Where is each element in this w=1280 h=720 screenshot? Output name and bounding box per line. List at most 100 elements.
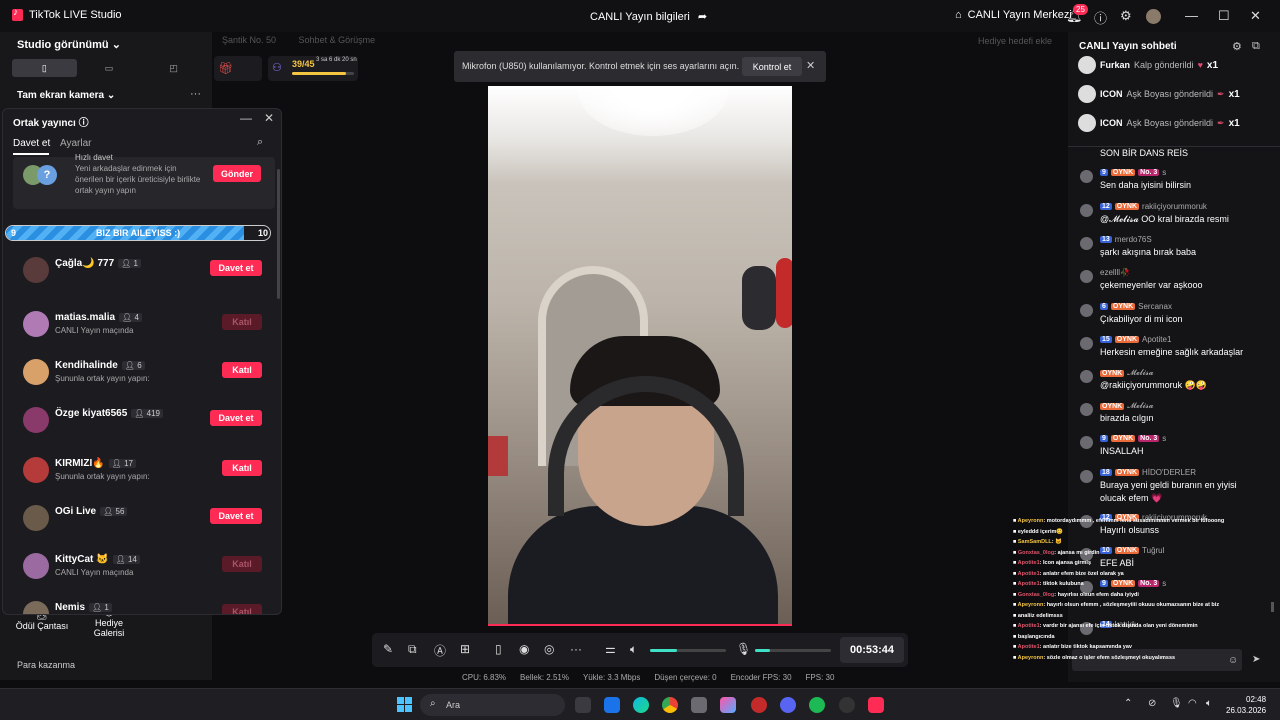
avatar[interactable] [23,457,49,483]
magic-wand-icon[interactable]: ✎ [383,642,393,656]
avatar[interactable] [1080,370,1093,383]
check-button[interactable]: Kontrol et [742,57,802,76]
avatar[interactable] [1080,237,1093,250]
landscape-icon[interactable]: ▭ [77,59,142,77]
phone-icon[interactable]: ▯ [495,642,502,656]
media-player-icon[interactable] [751,697,767,713]
taskbar-search[interactable]: ⌕ Ara [420,694,565,716]
portrait-icon[interactable]: ▯ [12,59,77,77]
send-button[interactable]: Gönder [213,165,261,182]
avatar[interactable] [1146,9,1161,24]
avatar[interactable] [23,553,49,579]
spotify-icon[interactable] [809,697,825,713]
volume-slider[interactable] [650,649,726,652]
gift-goal-hint[interactable]: Hediye hedefi ekle [978,36,1052,46]
invite-button[interactable]: Davet et [210,260,262,276]
goal-widget[interactable]: ⚇ 39/45 3 sa 6 dk 20 sn [268,56,358,81]
tab-invite[interactable]: Davet et [13,138,50,155]
more-icon[interactable]: ··· [190,88,201,100]
help-icon[interactable]: ⓘ [1094,8,1107,27]
scrollbar[interactable] [1271,602,1274,612]
avatar[interactable] [1080,337,1093,350]
invite-button[interactable]: Davet et [210,508,262,524]
avatar[interactable] [1078,114,1096,132]
avatar[interactable] [1080,436,1093,449]
volume-icon[interactable]: 🔈︎ [1206,698,1212,709]
clock[interactable]: 02:48 26.03.2026 [1226,694,1266,716]
maximize-icon[interactable]: ☐ [1218,8,1230,24]
outlook-icon[interactable] [604,697,620,713]
copilot-icon[interactable] [720,697,736,713]
microphone-icon[interactable]: 🎙︎ [1170,698,1183,709]
ai-icon[interactable]: Ⓐ [434,642,446,659]
windows-start-icon[interactable] [397,697,412,712]
avatar[interactable] [1080,204,1093,217]
avatar[interactable] [23,601,49,614]
obs-icon[interactable] [839,697,855,713]
invite-button[interactable]: Davet et [210,410,262,426]
join-button[interactable]: Katıl [222,604,262,614]
avatar[interactable] [1080,270,1093,283]
avatar[interactable] [1080,403,1093,416]
scrollbar[interactable] [277,169,280,299]
join-button[interactable]: Katıl [222,314,262,330]
chevron-up-icon[interactable]: ⌃ [1124,698,1132,709]
live-center-button[interactable]: ⌂ CANLI Yayın Merkezi [955,9,1072,21]
add-source-icon[interactable]: ⊞ [460,642,470,656]
wifi-icon[interactable]: ◠ [1188,698,1197,709]
tiktok-live-icon[interactable] [868,697,884,713]
studio-view-dropdown[interactable]: Studio görünümü ⌄ [17,38,121,51]
reward-bag-button[interactable]: 👜︎ Ödül Çantası [12,610,72,648]
mic-slider[interactable] [755,649,831,652]
avatar[interactable] [23,257,49,283]
fullscreen-camera-dropdown[interactable]: Tam ekran kamera ⌄ [17,90,115,101]
task-view-icon[interactable] [575,697,591,713]
layout-icon[interactable]: ◰ [141,59,206,77]
earn-money-label[interactable]: Para kazanma [17,660,75,670]
more-icon[interactable]: ··· [570,642,582,656]
host-name: matias.malia 👤︎ 4 [55,312,142,323]
join-button[interactable]: Katıl [222,362,262,378]
viewer-count: 👤︎ 1 [118,259,141,268]
speaker-icon[interactable]: 🔈︎ [630,642,637,657]
gear-icon[interactable]: ⚙ [1232,40,1242,53]
settings-sliders-icon[interactable]: ⚌ [605,642,616,656]
avatar[interactable] [1080,170,1093,183]
microphone-icon[interactable]: 🎙︎ [736,642,751,656]
gear-icon[interactable]: ⚙ [1120,8,1132,24]
close-icon[interactable]: ✕ [1250,8,1261,24]
live-info-button[interactable]: CANLI Yayın bilgileri ➦ [590,10,707,24]
orientation-toggle[interactable]: ▯ ▭ ◰ [12,59,206,77]
join-button[interactable]: Katıl [222,556,262,572]
settings-app-icon[interactable] [691,697,707,713]
viewer-count: 👤︎ 14 [112,555,140,564]
chrome-icon[interactable] [662,697,678,713]
avatar[interactable] [23,407,49,433]
avatar[interactable] [1078,85,1096,103]
join-button[interactable]: Katıl [222,460,262,476]
avatar[interactable] [1080,304,1093,317]
minimize-icon[interactable]: — [240,111,252,125]
search-icon[interactable]: ⌕ [257,136,263,149]
close-icon[interactable]: ✕ [806,59,815,72]
avatar[interactable] [23,311,49,337]
minimize-icon[interactable]: — [1185,8,1198,23]
badge: 6 [1100,303,1108,310]
avatar[interactable] [1078,56,1096,74]
capture-icon[interactable]: ◎ [544,642,554,656]
avatar[interactable] [1080,470,1093,483]
effects-icon[interactable]: ⧉ [408,642,417,657]
gift-widget[interactable]: 🎁︎ [214,56,262,81]
popout-icon[interactable]: ⧉ [1252,40,1260,53]
banner-end-value: 10 [258,228,269,238]
avatar[interactable] [23,505,49,531]
edge-icon[interactable] [633,697,649,713]
network-off-icon[interactable]: ⊘ [1148,698,1156,709]
discord-icon[interactable] [780,697,796,713]
badge: 13 [1100,236,1112,243]
host-name: OGi Live 👤︎ 56 [55,506,128,517]
avatar[interactable] [23,359,49,385]
tab-settings[interactable]: Ayarlar [60,138,92,149]
close-icon[interactable]: ✕ [264,111,274,125]
record-icon[interactable]: ◉ [519,642,529,656]
